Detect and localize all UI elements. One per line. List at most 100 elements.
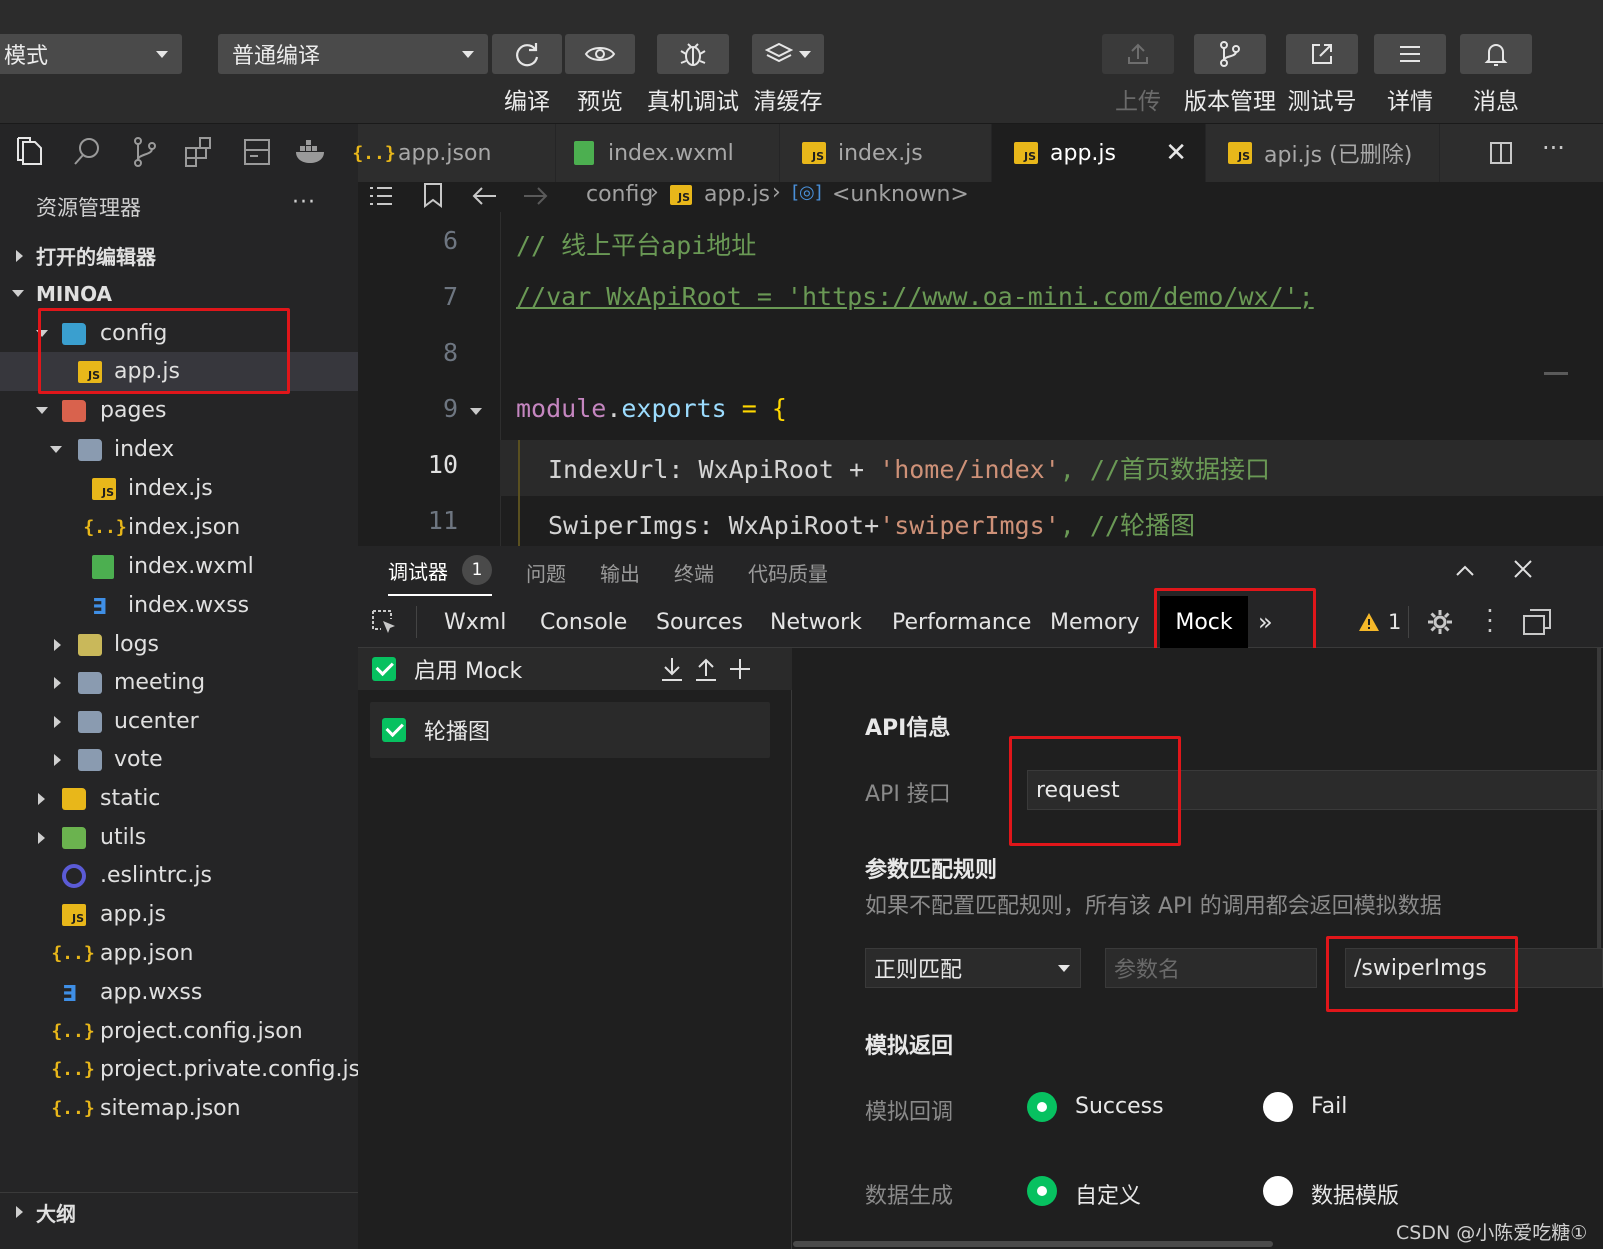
tree-item-app-json[interactable]: {..} app.json bbox=[0, 934, 358, 973]
upload-icon[interactable] bbox=[694, 656, 718, 682]
callback-fail-radio[interactable] bbox=[1263, 1092, 1293, 1122]
enable-mock-checkbox[interactable] bbox=[372, 657, 396, 681]
list-icon[interactable] bbox=[368, 184, 394, 208]
tab-app-js[interactable]: JS app.js ✕ bbox=[992, 124, 1206, 182]
datagen-label: 数据生成 bbox=[865, 1184, 954, 1209]
fold-chevron-icon[interactable] bbox=[470, 408, 482, 415]
mode-select[interactable]: 模式 bbox=[0, 34, 182, 74]
more-icon[interactable]: ··· bbox=[1542, 134, 1565, 162]
callback-success-radio[interactable] bbox=[1027, 1092, 1057, 1122]
tree-item-index-js[interactable]: JS index.js bbox=[0, 469, 358, 508]
inspect-icon[interactable] bbox=[370, 608, 398, 636]
breadcrumb-file[interactable]: app.js bbox=[704, 182, 770, 207]
tab-app-json[interactable]: {..} app.json bbox=[352, 124, 556, 182]
messages-button[interactable] bbox=[1460, 34, 1532, 74]
messages-label: 消息 bbox=[1473, 89, 1519, 115]
breadcrumb-folder[interactable]: config bbox=[586, 182, 653, 207]
tree-item-static[interactable]: static bbox=[0, 779, 358, 818]
tab-api-js[interactable]: JS api.js (已删除) bbox=[1206, 124, 1440, 182]
split-editor-icon[interactable] bbox=[1488, 140, 1514, 166]
undock-icon[interactable] bbox=[1522, 608, 1552, 636]
add-icon[interactable] bbox=[728, 656, 752, 682]
compile-button[interactable] bbox=[492, 34, 562, 74]
tree-item-index-folder[interactable]: index bbox=[0, 430, 358, 469]
chevron-right-icon bbox=[16, 1206, 23, 1218]
more-actions-button[interactable]: ··· bbox=[292, 190, 316, 215]
wxml-file-icon bbox=[92, 554, 114, 579]
tree-item-utils[interactable]: utils bbox=[0, 818, 358, 857]
tab-performance[interactable]: Performance bbox=[892, 596, 1031, 648]
tab-index-wxml[interactable]: index.wxml bbox=[556, 124, 780, 182]
chevron-up-icon[interactable] bbox=[1454, 560, 1476, 582]
folder-icon bbox=[78, 633, 102, 656]
datagen-template-radio[interactable] bbox=[1263, 1176, 1293, 1206]
tree-item-index-json[interactable]: {..} index.json bbox=[0, 508, 358, 547]
search-icon[interactable] bbox=[72, 136, 102, 168]
storage-icon[interactable] bbox=[242, 136, 272, 168]
tab-memory[interactable]: Memory bbox=[1050, 596, 1139, 648]
tab-network[interactable]: Network bbox=[770, 596, 862, 648]
datagen-custom-radio[interactable] bbox=[1027, 1176, 1057, 1206]
tab-console[interactable]: Console bbox=[540, 596, 627, 648]
tree-item-logs[interactable]: logs bbox=[0, 625, 358, 664]
tree-item-ucenter[interactable]: ucenter bbox=[0, 702, 358, 741]
extensions-icon[interactable] bbox=[184, 136, 214, 168]
horizontal-scrollbar[interactable] bbox=[793, 1241, 1273, 1247]
arrow-left-icon[interactable] bbox=[470, 184, 498, 208]
outline-section[interactable]: 大纲 bbox=[0, 1192, 358, 1231]
tree-item-index-wxss[interactable]: ∃ index.wxss bbox=[0, 586, 358, 625]
param-name-input[interactable]: 参数名 bbox=[1105, 948, 1317, 988]
test-account-button[interactable] bbox=[1286, 34, 1358, 74]
tree-item-project-private-config[interactable]: {..} project.private.config.js... bbox=[0, 1050, 381, 1089]
arrow-right-icon[interactable] bbox=[522, 184, 550, 208]
tab-debugger[interactable]: 调试器 1 bbox=[388, 546, 492, 596]
mode-select-value: 模式 bbox=[3, 44, 48, 69]
bookmark-icon[interactable] bbox=[422, 182, 444, 208]
download-icon[interactable] bbox=[660, 656, 684, 682]
warning-indicator[interactable]: 1 bbox=[1358, 606, 1401, 638]
upload-button[interactable] bbox=[1102, 34, 1174, 74]
tree-item-label: vote bbox=[114, 747, 163, 772]
compile-mode-select[interactable]: 普通编译 bbox=[218, 34, 488, 74]
tab-issues[interactable]: 问题 bbox=[526, 558, 566, 587]
gear-icon[interactable] bbox=[1426, 608, 1454, 636]
details-button[interactable] bbox=[1374, 34, 1446, 74]
files-icon[interactable] bbox=[14, 136, 44, 168]
source-control-icon[interactable] bbox=[130, 136, 160, 168]
tab-sources[interactable]: Sources bbox=[656, 596, 743, 648]
tab-index-js[interactable]: JS index.js bbox=[780, 124, 992, 182]
tab-wxml[interactable]: Wxml bbox=[444, 596, 506, 648]
tree-item-project-config[interactable]: {..} project.config.json bbox=[0, 1012, 358, 1051]
tree-item-sitemap[interactable]: {..} sitemap.json bbox=[0, 1089, 358, 1128]
tree-item-meeting[interactable]: meeting bbox=[0, 663, 358, 702]
tree-item-app-wxss[interactable]: ∃ app.wxss bbox=[0, 973, 358, 1012]
rule-label: 轮播图 bbox=[424, 720, 491, 745]
kebab-menu-icon[interactable]: · · · bbox=[1486, 599, 1494, 643]
tree-item-pages[interactable]: pages bbox=[0, 391, 358, 430]
docker-icon[interactable] bbox=[294, 138, 328, 166]
tab-terminal[interactable]: 终端 bbox=[674, 558, 714, 587]
close-icon[interactable] bbox=[1512, 558, 1534, 580]
explorer-title: 资源管理器 bbox=[36, 196, 141, 220]
version-button[interactable] bbox=[1194, 34, 1266, 74]
tree-item-vote[interactable]: vote bbox=[0, 740, 358, 779]
mock-rule-item[interactable]: 轮播图 bbox=[370, 702, 770, 758]
tree-item-app-js[interactable]: JS app.js bbox=[0, 895, 358, 934]
rule-checkbox[interactable] bbox=[382, 718, 406, 742]
preview-button[interactable] bbox=[565, 34, 635, 74]
tree-item-index-wxml[interactable]: index.wxml bbox=[0, 547, 358, 586]
close-icon[interactable]: ✕ bbox=[1165, 138, 1187, 168]
clear-cache-button[interactable] bbox=[752, 34, 824, 74]
breadcrumb-symbol[interactable]: <unknown> bbox=[832, 182, 969, 207]
open-editors-section[interactable]: 打开的编辑器 bbox=[0, 236, 358, 275]
remote-debug-button[interactable] bbox=[657, 34, 729, 74]
vertical-scrollbar[interactable] bbox=[1597, 648, 1601, 948]
tab-output[interactable]: 输出 bbox=[600, 558, 640, 587]
match-type-select[interactable]: 正则匹配 bbox=[865, 948, 1081, 988]
chevron-down-icon bbox=[36, 407, 48, 414]
tab-code-quality[interactable]: 代码质量 bbox=[748, 558, 828, 587]
mock-detail-panel: API信息 API 接口 request 参数匹配规则 如果不配置匹配规则，所有… bbox=[793, 648, 1603, 1249]
datagen-template-label: 数据模版 bbox=[1311, 1184, 1400, 1209]
tree-item-eslintrc[interactable]: .eslintrc.js bbox=[0, 856, 358, 895]
code-editor[interactable]: 6 // 线上平台api地址 7 //var WxApiRoot = 'http… bbox=[358, 212, 1603, 546]
